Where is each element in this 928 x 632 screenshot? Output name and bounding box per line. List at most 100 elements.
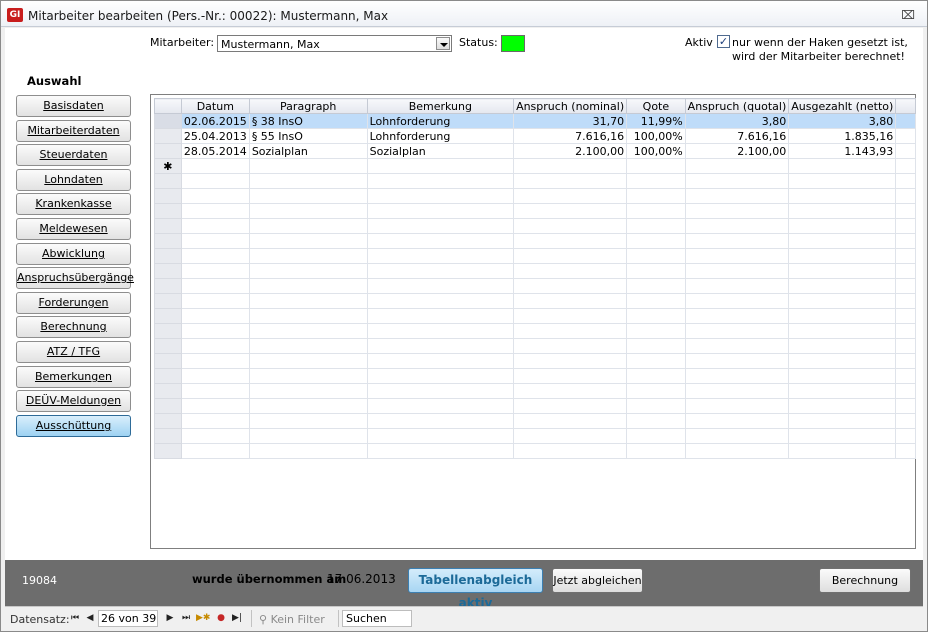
empty-cell (154, 368, 182, 384)
sidebar-item-atz-tfg[interactable]: ATZ / TFG (16, 341, 131, 363)
close-icon[interactable]: ⌧ (901, 8, 915, 22)
empty-cell (513, 188, 628, 204)
table-sync-active-button[interactable]: Tabellenabgleich aktiv (408, 568, 543, 610)
table-row[interactable]: 25.04.2013 § 55 InsO Lohnforderung 7.616… (154, 128, 916, 144)
sidebar-item-basisdaten[interactable]: Basisdaten (16, 95, 131, 117)
new-cell[interactable] (788, 158, 897, 174)
column-header-paragraph[interactable]: Paragraph (248, 98, 368, 114)
empty-cell (180, 398, 250, 414)
table-row[interactable]: 28.05.2014 Sozialplan Sozialplan 2.100,0… (154, 143, 916, 159)
new-record-icon[interactable]: ▶✱ (196, 612, 210, 624)
sidebar-item-berechnung[interactable]: Berechnung (16, 316, 131, 338)
new-cell[interactable] (626, 158, 686, 174)
empty-cell (895, 248, 916, 264)
empty-row (154, 248, 916, 264)
empty-cell (788, 293, 897, 309)
calculate-button[interactable]: Berechnung (819, 568, 911, 593)
sync-now-button[interactable]: Jetzt abgleichen (552, 568, 643, 593)
employee-combobox[interactable]: Mustermann, Max (217, 35, 452, 52)
empty-cell (684, 398, 790, 414)
payout-table: Datum Paragraph Bemerkung Anspruch (nomi… (154, 98, 916, 459)
cell-anspruch-nominal[interactable]: 31,70 (513, 113, 628, 129)
next-record-icon[interactable]: ▶ (164, 612, 176, 624)
sidebar-item-ausschuettung[interactable]: Ausschüttung (16, 415, 131, 437)
cell-anspruch-nominal[interactable]: 2.100,00 (513, 143, 628, 159)
cell-anspruch-quotal[interactable]: 3,80 (684, 113, 790, 129)
cell-ausgezahlt-netto[interactable]: 3,80 (788, 113, 897, 129)
cell-datum[interactable]: 28.05.2014 (180, 143, 250, 159)
cell-qote[interactable]: 100,00% (626, 128, 686, 144)
column-header-datum[interactable]: Datum (180, 98, 250, 114)
empty-cell (513, 353, 628, 369)
active-checkbox[interactable]: ✓ (717, 35, 730, 48)
cell-paragraph[interactable]: § 55 InsO (248, 128, 368, 144)
record-position-field[interactable]: 26 von 39 (98, 610, 158, 627)
new-cell[interactable] (366, 158, 515, 174)
empty-cell (895, 263, 916, 279)
cell-paragraph[interactable]: Sozialplan (248, 143, 368, 159)
sidebar-item-deuev-meldungen[interactable]: DEÜV-Meldungen (16, 390, 131, 412)
chevron-down-icon[interactable] (436, 37, 450, 50)
search-input[interactable]: Suchen (342, 610, 412, 627)
last-record-icon[interactable]: ⏭ (180, 612, 192, 624)
column-header-anspruch-quotal[interactable]: Anspruch (quotal) (684, 98, 790, 114)
sidebar-item-lohndaten[interactable]: Lohndaten (16, 169, 131, 191)
cell-datum[interactable]: 02.06.2015 (180, 113, 250, 129)
cell-qote[interactable]: 11,99% (626, 113, 686, 129)
cell-bemerkung[interactable]: Lohnforderung (366, 113, 515, 129)
new-record-icon[interactable]: ✱ (154, 158, 182, 174)
delete-record-icon[interactable]: ● (215, 612, 227, 624)
cell-ausgezahlt-netto[interactable]: 1.835,16 (788, 128, 897, 144)
column-header-bemerkung[interactable]: Bemerkung (366, 98, 515, 114)
empty-cell (513, 323, 628, 339)
sidebar-item-anspruchsuebergaenge[interactable]: Anspruchsübergänge (16, 267, 134, 289)
empty-cell (180, 368, 250, 384)
cell-ausgezahlt-netto[interactable]: 1.143,93 (788, 143, 897, 159)
cell-anspruch-quotal[interactable]: 7.616,16 (684, 128, 790, 144)
new-cell[interactable] (248, 158, 368, 174)
cell-anspruch-quotal[interactable]: 2.100,00 (684, 143, 790, 159)
empty-cell (513, 293, 628, 309)
cell-datum[interactable]: 25.04.2013 (180, 128, 250, 144)
sidebar-item-steuerdaten[interactable]: Steuerdaten (16, 144, 131, 166)
empty-cell (684, 173, 790, 189)
new-record-row[interactable]: ✱ (154, 158, 916, 174)
sidebar-item-bemerkungen[interactable]: Bemerkungen (16, 366, 131, 388)
empty-cell (895, 368, 916, 384)
column-header-ausgezahlt-netto[interactable]: Ausgezahlt (netto) (788, 98, 897, 114)
empty-cell (248, 203, 368, 219)
sidebar-item-mitarbeiterdaten[interactable]: Mitarbeiterdaten (16, 120, 131, 142)
sidebar-item-abwicklung[interactable]: Abwicklung (16, 243, 131, 265)
new-cell[interactable] (180, 158, 250, 174)
empty-cell (154, 428, 182, 444)
row-selector[interactable] (154, 128, 182, 144)
empty-cell (513, 203, 628, 219)
new-cell[interactable] (684, 158, 790, 174)
column-header-qote[interactable]: Qote (626, 98, 686, 114)
empty-cell (684, 263, 790, 279)
cell-bemerkung[interactable]: Lohnforderung (366, 128, 515, 144)
scroll-end-icon[interactable]: ▶| (231, 612, 243, 624)
filter-status[interactable]: ⚲ Kein Filter (259, 613, 325, 626)
table-row[interactable]: 02.06.2015 § 38 InsO Lohnforderung 31,70… (154, 113, 916, 129)
select-all-corner[interactable] (154, 98, 182, 114)
empty-cell (180, 428, 250, 444)
empty-cell (366, 263, 515, 279)
previous-record-icon[interactable]: ◀ (84, 612, 96, 624)
sidebar-item-forderungen[interactable]: Forderungen (16, 292, 131, 314)
first-record-icon[interactable]: ⏮ (69, 612, 81, 624)
empty-cell (366, 443, 515, 459)
row-selector[interactable] (154, 113, 182, 129)
status-label: Status: (459, 36, 498, 49)
cell-bemerkung[interactable]: Sozialplan (366, 143, 515, 159)
column-header-anspruch-nominal[interactable]: Anspruch (nominal) (513, 98, 628, 114)
cell-qote[interactable]: 100,00% (626, 143, 686, 159)
sidebar-item-krankenkasse[interactable]: Krankenkasse (16, 193, 131, 215)
new-cell[interactable] (513, 158, 628, 174)
sidebar-item-meldewesen[interactable]: Meldewesen (16, 218, 131, 240)
row-selector[interactable] (154, 143, 182, 159)
cell-anspruch-nominal[interactable]: 7.616,16 (513, 128, 628, 144)
empty-cell (895, 188, 916, 204)
cell-paragraph[interactable]: § 38 InsO (248, 113, 368, 129)
empty-cell (513, 218, 628, 234)
